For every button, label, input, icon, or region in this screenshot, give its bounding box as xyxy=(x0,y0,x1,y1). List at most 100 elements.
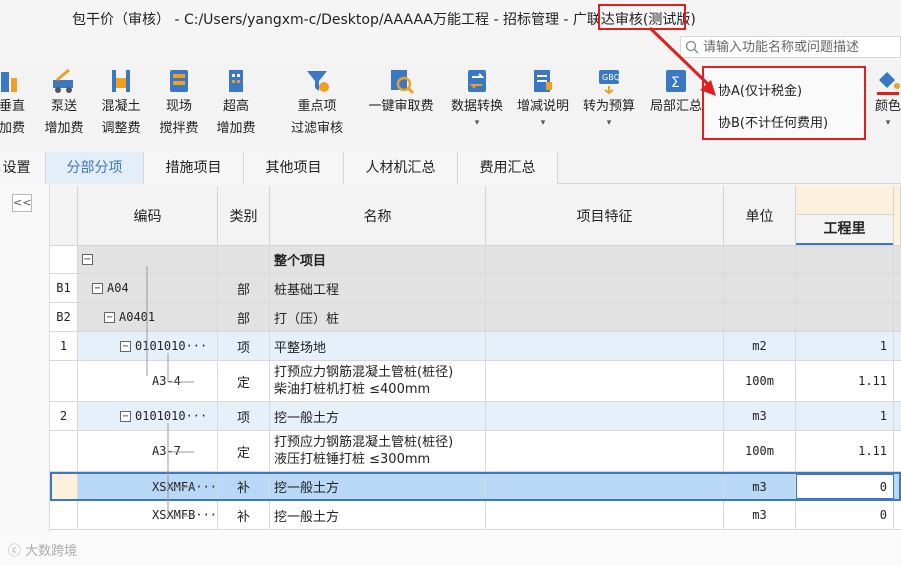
filter-audit-icon xyxy=(307,71,329,92)
table-row[interactable]: B1 − A04 部 桩基础工程 xyxy=(50,274,901,303)
code-cell: − xyxy=(78,246,218,273)
row-number xyxy=(52,474,78,499)
audit-search-icon xyxy=(391,70,415,95)
pump-fee-button[interactable]: 泵送 增加费 xyxy=(40,66,88,140)
key-item-filter-button[interactable]: 重点项 过滤审核 xyxy=(284,66,350,140)
name-cell: 挖一般土方 xyxy=(270,402,486,430)
unit-cell: 100m xyxy=(724,431,796,471)
search-input[interactable] xyxy=(703,38,898,56)
row-number xyxy=(50,361,78,401)
name-cell: 挖一般土方 xyxy=(270,474,486,499)
header-feature[interactable]: 项目特征 xyxy=(486,186,724,246)
tab-other-items[interactable]: 其他项目 xyxy=(244,152,344,184)
collapse-button[interactable]: << xyxy=(12,194,32,212)
search-icon xyxy=(685,40,699,54)
unit-cell: 100m xyxy=(724,361,796,401)
tab-measures[interactable]: 措施项目 xyxy=(144,152,244,184)
table-row-selected[interactable]: XSXMFA··· 补 挖一般土方 m3 0 xyxy=(50,472,901,501)
data-convert-icon xyxy=(468,70,486,92)
one-click-fee-audit-button[interactable]: 一键审取费 xyxy=(362,66,440,118)
code-cell: XSXMFB··· xyxy=(78,501,218,529)
header-quantity[interactable]: 工程里 xyxy=(796,186,894,246)
collapse-toggle-icon[interactable]: − xyxy=(92,282,103,294)
convert-budget-button[interactable]: GBQ 转为预算 ▾ xyxy=(576,66,642,128)
quantity-cell xyxy=(796,274,894,302)
search-box[interactable] xyxy=(680,36,901,58)
row-number: 2 xyxy=(50,402,78,430)
code-cell: A3-7 xyxy=(78,431,218,471)
table-row[interactable]: A3-4 定 打预应力钢筋混凝土管桩(桩径) 柴油打桩机打桩 ≤400mm 10… xyxy=(50,361,901,402)
collapse-toggle-icon[interactable]: − xyxy=(120,410,131,422)
type-cell: 定 xyxy=(218,361,270,401)
title-highlight-box xyxy=(598,4,686,30)
table-row[interactable]: 2 −0101010··· 项 挖一般土方 m3 1 xyxy=(50,402,901,431)
building-icon xyxy=(229,70,243,92)
title-bar: 包干价（审核） - C:/Users/yangxm-c/Desktop/AAAA… xyxy=(0,0,901,36)
header-row-number xyxy=(50,186,78,246)
item-table: 编码 类别 名称 项目特征 单位 工程里 − 整个项目 B1 − A04 部 桩基… xyxy=(50,186,901,532)
type-cell: 部 xyxy=(218,303,270,331)
type-cell: 部 xyxy=(218,274,270,302)
header-type[interactable]: 类别 xyxy=(218,186,270,246)
header-name[interactable]: 名称 xyxy=(270,186,486,246)
vertical-transport-icon xyxy=(1,72,17,92)
table-row[interactable]: B2 − A0401 部 打（压）桩 xyxy=(50,303,901,332)
collapse-toggle-icon[interactable]: − xyxy=(82,254,93,265)
table-row[interactable]: XSXMFB··· 补 挖一般土方 m3 0 xyxy=(50,501,901,530)
row-number: B2 xyxy=(50,303,78,331)
header-quantity-group xyxy=(796,186,893,215)
collapse-toggle-icon[interactable]: − xyxy=(104,311,115,323)
paint-bucket-icon xyxy=(877,72,900,95)
chevron-down-icon: ▾ xyxy=(540,118,546,128)
tab-settings[interactable]: 设置 xyxy=(0,152,46,184)
sigma-summary-icon: Σ xyxy=(666,70,686,92)
svg-text:Σ: Σ xyxy=(671,75,680,91)
dropdown-item-xie-b[interactable]: 协B(不计任何费用) xyxy=(718,112,828,131)
table-row[interactable]: A3-7 定 打预应力钢筋混凝土管桩(桩径) 液压打桩锤打桩 ≤300mm 10… xyxy=(50,431,901,472)
header-code[interactable]: 编码 xyxy=(78,186,218,246)
quantity-cell: 1 xyxy=(796,402,894,430)
name-cell: 打预应力钢筋混凝土管桩(桩径) 液压打桩锤打桩 ≤300mm xyxy=(270,431,486,471)
change-note-button[interactable]: 增减说明 ▾ xyxy=(510,66,576,128)
partial-summary-button[interactable]: Σ 局部汇总 xyxy=(644,66,708,118)
tab-labor-material-summary[interactable]: 人材机汇总 xyxy=(344,152,458,184)
feature-cell xyxy=(486,274,724,302)
code-cell: −0101010··· xyxy=(78,402,218,430)
row-number xyxy=(50,246,78,273)
tab-bar: 设置 分部分项 措施项目 其他项目 人材机汇总 费用汇总 xyxy=(0,152,901,184)
color-button[interactable]: 颜色 ▾ xyxy=(868,66,901,128)
quantity-input-cell[interactable]: 0 xyxy=(796,474,894,499)
name-cell: 挖一般土方 xyxy=(270,501,486,529)
unit-cell: m3 xyxy=(724,474,796,499)
data-convert-button[interactable]: 数据转换 ▾ xyxy=(444,66,510,128)
code-cell: XSXMFA··· xyxy=(78,474,218,499)
concrete-adjust-button[interactable]: 混凝土 调整费 xyxy=(96,66,146,140)
name-cell: 平整场地 xyxy=(270,332,486,360)
chevron-down-icon: ▾ xyxy=(474,118,480,128)
collapse-toggle-icon[interactable]: − xyxy=(120,340,131,352)
code-cell: −0101010··· xyxy=(78,332,218,360)
feature-cell xyxy=(486,246,724,273)
dropdown-item-xie-a[interactable]: 协A(仅计税金) xyxy=(718,80,802,99)
type-cell: 定 xyxy=(218,431,270,471)
super-high-fee-button[interactable]: 超高 增加费 xyxy=(212,66,260,140)
tab-sub-items[interactable]: 分部分项 xyxy=(46,152,144,184)
feature-cell xyxy=(486,402,724,430)
document-edit-icon xyxy=(534,70,552,92)
quantity-cell: 1.11 xyxy=(796,361,894,401)
header-overflow xyxy=(894,186,901,246)
table-row[interactable]: 1 −0101010··· 项 平整场地 m2 1 xyxy=(50,332,901,361)
svg-text:GBQ: GBQ xyxy=(602,73,620,82)
vertical-fee-button[interactable]: 垂直 加费 xyxy=(0,66,32,140)
name-cell: 打（压）桩 xyxy=(270,303,486,331)
table-row[interactable]: − 整个项目 xyxy=(50,246,901,274)
header-unit[interactable]: 单位 xyxy=(724,186,796,246)
name-cell: 打预应力钢筋混凝土管桩(桩径) 柴油打桩机打桩 ≤400mm xyxy=(270,361,486,401)
chevron-down-icon: ▾ xyxy=(606,118,612,128)
type-cell: 项 xyxy=(218,402,270,430)
tab-fee-summary[interactable]: 费用汇总 xyxy=(458,152,558,184)
quantity-cell: 0 xyxy=(796,501,894,529)
code-cell: − A0401 xyxy=(78,303,218,331)
unit-cell xyxy=(724,303,796,331)
onsite-mix-button[interactable]: 现场 搅拌费 xyxy=(155,66,203,140)
